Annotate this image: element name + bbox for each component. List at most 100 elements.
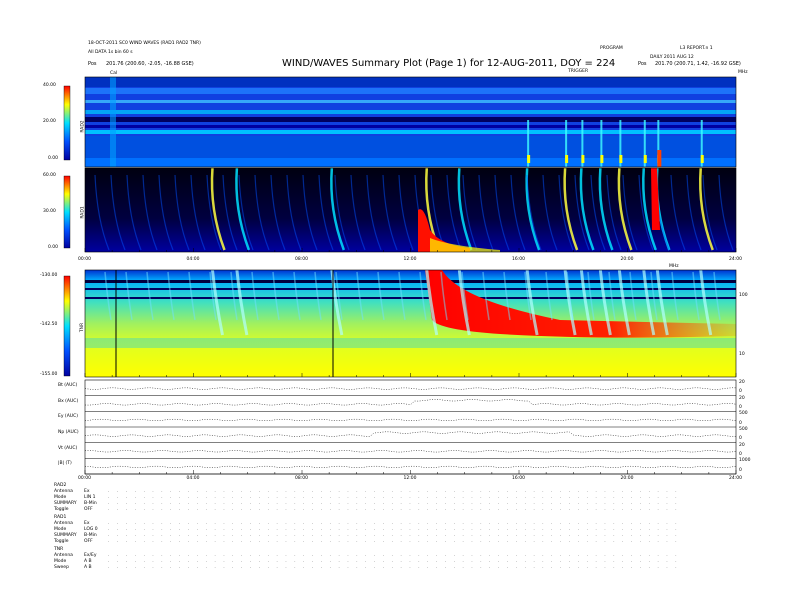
rad2-burst-core-7: [700, 155, 704, 163]
line-panel-right-tick-3-1: 0: [739, 436, 742, 442]
footer-value-1-1: LOG 0: [84, 527, 98, 532]
rad2-burst-core-1: [565, 155, 569, 163]
footer-dots-1-1: . . . . . . . . . . . . . . . . . . . . …: [108, 527, 680, 532]
footer-key-0-0: Antenna: [54, 489, 73, 494]
footer-key-1-0: Antenna: [54, 521, 73, 526]
tnr-tick-mid: -142.50: [40, 322, 58, 327]
footer-key-0-1: Mode: [54, 495, 67, 500]
footer-dots-2-0: . . . . . . . . . . . . . . . . . . . . …: [108, 553, 680, 558]
line-panel-trace-2: [84, 418, 737, 421]
line-panel-label-2: Ey (AUC): [58, 414, 78, 420]
line-panel-right-tick-0-0: 20: [739, 380, 745, 385]
time-tick-label-0: 00:00: [78, 476, 91, 481]
time-tick-label-6: 24:00: [729, 476, 742, 481]
footer-value-0-2: B-Min: [84, 501, 97, 506]
line-panel-trace-5: [84, 465, 737, 468]
rad2-burst-core-2: [581, 155, 585, 163]
line-panel-label-4: Vt (AUC): [58, 445, 78, 451]
tnr-colorbar: [63, 275, 71, 377]
line-panel-right-tick-2-0: 500: [739, 411, 748, 417]
footer-group-title-0: RAD2: [54, 483, 67, 488]
line-panel-label-3: Np (AUC): [58, 430, 79, 435]
line-panel-label-5: |B| (T): [58, 461, 72, 467]
line-panel-trace-4: [84, 450, 737, 453]
rad1-tick-bottom: 0.00: [48, 245, 59, 250]
rad1-label: RAD1: [80, 206, 86, 219]
time-tick-label-3: 12:00: [403, 476, 417, 481]
time-tick-label-0: 00:00: [78, 257, 91, 262]
rad2-tick-top: 40.00: [43, 83, 56, 88]
footer-dots-1-0: . . . . . . . . . . . . . . . . . . . . …: [108, 521, 680, 526]
rad2-tick-mid: 20.00: [43, 119, 56, 124]
time-tick-label-6: 24:00: [729, 257, 742, 262]
footer-value-1-2: B-Min: [84, 533, 97, 538]
footer-dots-1-2: . . . . . . . . . . . . . . . . . . . . …: [108, 533, 680, 538]
rad2-panel: [85, 77, 736, 167]
line-panel-right-tick-5-1: 0: [739, 467, 742, 473]
tnr-right-label: MHz: [669, 264, 679, 269]
time-tick-label-4: 16:00: [512, 476, 525, 481]
rad2-tick-bottom: 0.00: [48, 156, 59, 161]
footer-value-0-3: OFF: [84, 507, 93, 512]
footer-group-title-2: TNR: [54, 547, 64, 552]
cal-band: [110, 77, 116, 167]
footer-group-title-1: RAD1: [54, 515, 67, 520]
line-panel-right-tick-1-1: 0: [739, 405, 742, 411]
footer-dots-0-1: . . . . . . . . . . . . . . . . . . . . …: [108, 495, 680, 500]
footer-value-2-1: A B: [84, 559, 92, 564]
rad1-colorbar: [63, 175, 71, 249]
time-tick-label-5: 20:00: [620, 476, 634, 481]
tnr-panel: [85, 269, 736, 377]
rad2-colorbar: [63, 85, 71, 161]
line-panel-right-tick-4-0: 20: [739, 442, 745, 448]
time-tick-label-3: 12:00: [403, 257, 417, 262]
tnr-tick-bottom: -155.00: [40, 372, 58, 377]
rad2-burst-red: [657, 150, 662, 167]
line-panel-right-tick-0-1: 0: [739, 389, 742, 395]
rad2-label: RAD2: [80, 120, 86, 133]
tnr-right-tick-bottom: 10: [739, 352, 745, 357]
footer-key-1-2: SUMMARY: [54, 533, 77, 538]
line-panel-trace-0: [84, 387, 737, 390]
time-tick-label-1: 04:00: [186, 476, 200, 481]
footer-value-2-2: A B: [84, 565, 92, 570]
footer-key-0-3: Toggle: [54, 507, 69, 512]
footer-key-1-3: Toggle: [54, 539, 69, 544]
footer-value-1-3: OFF: [84, 539, 93, 544]
footer-key-2-1: Mode: [54, 559, 67, 564]
rad1-tick-mid: 30.00: [43, 209, 56, 214]
rad2-burst-core-4: [619, 155, 623, 163]
footer-dots-2-1: . . . . . . . . . . . . . . . . . . . . …: [108, 559, 680, 564]
footer-value-0-0: Ex: [84, 489, 90, 494]
footer-key-1-1: Mode: [54, 527, 67, 532]
footer-value-2-0: Ex/Ey: [84, 553, 97, 558]
time-tick-label-2: 08:00: [295, 476, 308, 481]
rad2-burst-core-0: [527, 155, 531, 163]
footer-key-0-2: SUMMARY: [54, 501, 77, 506]
footer-dots-0-3: . . . . . . . . . . . . . . . . . . . . …: [108, 507, 680, 512]
rad1-tick-top: 60.00: [43, 173, 56, 178]
line-panel-right-tick-5-0: 1000: [739, 458, 751, 464]
time-tick-label-1: 04:00: [186, 257, 200, 262]
line-panels: [84, 387, 737, 475]
footer-dots-0-2: . . . . . . . . . . . . . . . . . . . . …: [108, 501, 680, 506]
rad2-burst-core-3: [600, 155, 604, 163]
line-panel-right-tick-2-1: 0: [739, 420, 742, 426]
time-tick-label-4: 16:00: [512, 257, 525, 262]
footer-value-1-0: Ex: [84, 521, 90, 526]
footer-dots-2-2: . . . . . . . . . . . . . . . . . . . . …: [108, 565, 680, 570]
footer-dots-1-3: . . . . . . . . . . . . . . . . . . . . …: [108, 539, 680, 544]
footer-key-2-2: Sweep: [54, 565, 69, 570]
line-panel-label-1: Bx (AUC): [58, 398, 79, 404]
rad2-burst-core-5: [643, 155, 647, 163]
footer-value-0-1: LIN 1: [84, 495, 96, 500]
line-panel-right-tick-3-0: 500: [739, 427, 748, 432]
tnr-label: TNR: [80, 322, 86, 333]
line-panel-trace-3: [84, 431, 736, 437]
tnr-right-tick-top: 100: [739, 293, 748, 298]
footer-key-2-0: Antenna: [54, 553, 73, 558]
line-panel-right-tick-1-0: 20: [739, 395, 745, 401]
footer-dots-0-0: . . . . . . . . . . . . . . . . . . . . …: [108, 489, 680, 494]
rad1-background: [85, 168, 736, 252]
tnr-tick-top: -130.00: [40, 273, 58, 278]
